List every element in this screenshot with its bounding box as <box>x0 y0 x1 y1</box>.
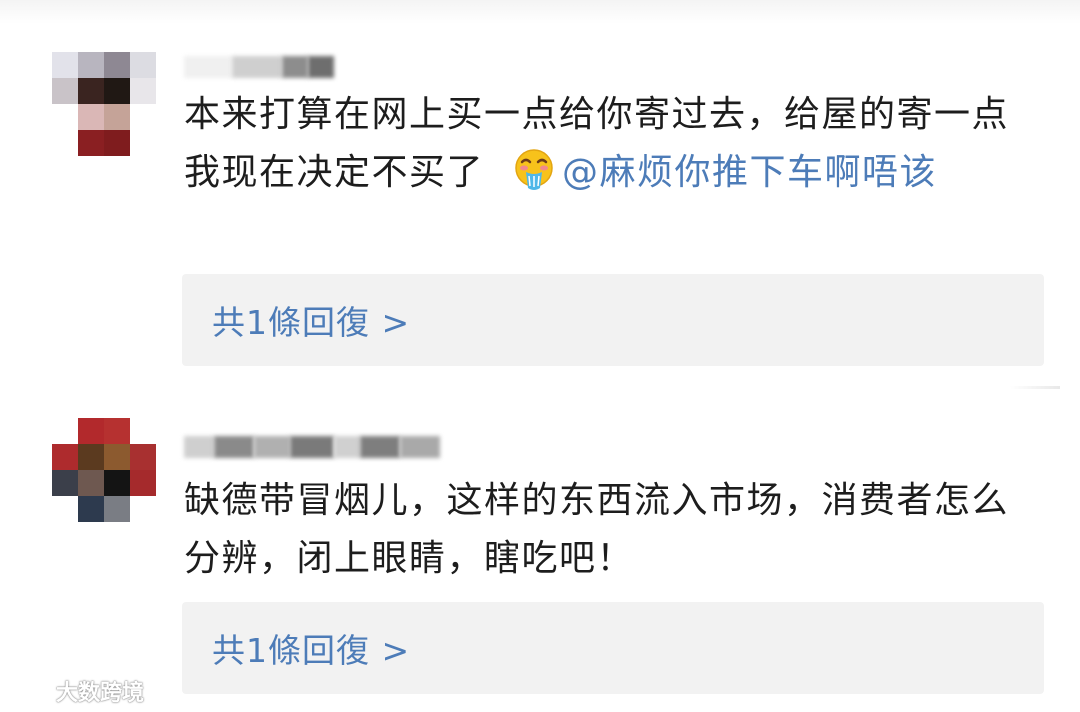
avatar-mosaic-tile <box>78 496 104 522</box>
avatar-mosaic-tile <box>130 104 156 130</box>
username-blurred[interactable] <box>184 434 440 460</box>
avatar-mosaic-tile <box>104 418 130 444</box>
view-replies-link[interactable]: 共1條回復 > <box>212 274 410 366</box>
avatar-mosaic-tile <box>52 52 78 78</box>
avatar-mosaic-tile <box>78 52 104 78</box>
avatar-mosaic-tile <box>130 470 156 496</box>
avatar-mosaic-tile <box>52 78 78 104</box>
avatar-mosaic-tile <box>130 418 156 444</box>
avatar-mosaic-tile <box>52 470 78 496</box>
avatar-mosaic-tile <box>52 418 78 444</box>
reply-summary-box[interactable]: 共1條回復 > <box>182 274 1044 366</box>
avatar-mosaic-tile <box>104 496 130 522</box>
mention-link[interactable]: @麻烦你推下车啊唔该 <box>562 152 937 193</box>
avatar-mosaic-tile <box>52 130 78 156</box>
avatar-mosaic-tile <box>52 496 78 522</box>
avatar-mosaic-tile <box>104 444 130 470</box>
avatar-mosaic-tile <box>130 444 156 470</box>
watermark-text: 大数跨境 <box>56 681 145 706</box>
avatar-mosaic-tile <box>78 104 104 130</box>
avatar-mosaic-tile <box>130 78 156 104</box>
top-edge <box>0 0 1080 24</box>
comment-body: 缺德带冒烟儿，这样的东西流入市场，消费者怎么分辨，闭上眼睛，瞎吃吧！ <box>184 480 1010 579</box>
avatar-mosaic-tile <box>78 418 104 444</box>
comment-text: 缺德带冒烟儿，这样的东西流入市场，消费者怎么分辨，闭上眼睛，瞎吃吧！ <box>184 472 1034 588</box>
avatar[interactable] <box>52 418 156 522</box>
view-replies-link[interactable]: 共1條回復 > <box>212 602 410 694</box>
brand-logo-icon <box>10 682 49 700</box>
comment-thread: 本来打算在网上买一点给你寄过去，给屋的寄一点 我现在决定不买了 @麻烦你推下车啊唔… <box>0 0 1080 712</box>
avatar-mosaic-tile <box>52 104 78 130</box>
avatar-mosaic-tile <box>78 78 104 104</box>
avatar-mosaic-tile <box>78 130 104 156</box>
avatar[interactable] <box>52 52 156 156</box>
avatar-mosaic-tile <box>130 496 156 522</box>
comment-text: 本来打算在网上买一点给你寄过去，给屋的寄一点 我现在决定不买了 @麻烦你推下车啊唔… <box>184 86 1034 202</box>
avatar-mosaic-tile <box>130 130 156 156</box>
avatar-mosaic-tile <box>78 444 104 470</box>
avatar-mosaic-tile <box>104 78 130 104</box>
username-blurred[interactable] <box>184 54 334 80</box>
avatar-mosaic-tile <box>78 470 104 496</box>
avatar-mosaic-tile <box>52 444 78 470</box>
vomiting-face-emoji <box>512 148 556 192</box>
reply-summary-box[interactable]: 共1條回復 > <box>182 602 1044 694</box>
avatar-mosaic-tile <box>130 52 156 78</box>
avatar-mosaic-tile <box>104 104 130 130</box>
avatar-mosaic-tile <box>104 470 130 496</box>
watermark: 大数跨境 <box>8 674 144 708</box>
avatar-mosaic-tile <box>104 52 130 78</box>
divider <box>1010 386 1060 389</box>
avatar-mosaic-tile <box>104 130 130 156</box>
